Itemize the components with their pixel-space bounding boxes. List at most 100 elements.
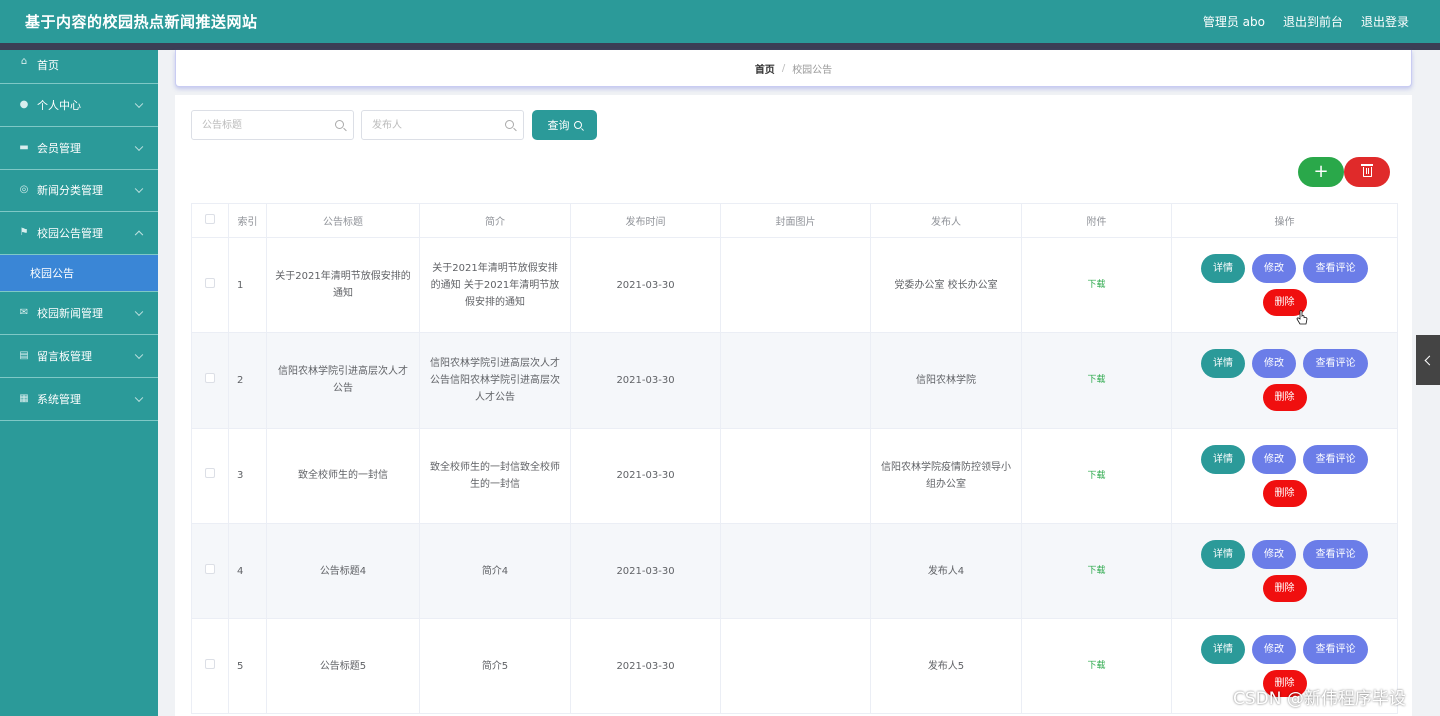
sidebar-subitem-campus-announcement[interactable]: 校园公告: [0, 255, 158, 293]
search-icon: [335, 120, 344, 129]
row-title: 致全校师生的一封信: [266, 427, 420, 524]
collapse-panel-toggle[interactable]: [1416, 335, 1440, 385]
sidebar-item-news-management[interactable]: ✉ 校园新闻管理: [0, 292, 158, 335]
sidebar-subitem-label: 校园公告: [30, 267, 74, 281]
sidebar-item-personal-center[interactable]: ● 个人中心: [0, 84, 158, 127]
detail-button[interactable]: 详情: [1201, 540, 1245, 570]
edit-button[interactable]: 修改: [1252, 444, 1296, 474]
detail-button[interactable]: 详情: [1201, 349, 1245, 379]
top-navbar: 基于内容的校园热点新闻推送网站 管理员 abo 退出到前台 退出登录: [0, 0, 1440, 43]
sidebar-item-label: 会员管理: [37, 141, 81, 155]
edit-button[interactable]: 修改: [1252, 349, 1296, 379]
row-checkbox[interactable]: [205, 372, 215, 383]
delete-button[interactable]: 删除: [1262, 575, 1307, 603]
select-all-checkbox[interactable]: [205, 214, 215, 224]
sidebar-item-label: 校园公告管理: [37, 227, 103, 241]
edit-button[interactable]: 修改: [1252, 254, 1296, 284]
row-publisher: 发布人4: [870, 522, 1022, 620]
sidebar-item-label: 系统管理: [37, 392, 81, 406]
view-comments-button[interactable]: 查看评论: [1303, 254, 1368, 284]
trash-icon: [1360, 164, 1373, 177]
column-header: 附件: [1021, 203, 1172, 238]
row-checkbox[interactable]: [205, 468, 215, 479]
row-index: 1: [228, 236, 267, 334]
row-date: 2021-03-30: [570, 522, 721, 620]
title-search-input[interactable]: [202, 111, 332, 139]
row-summary: 信阳农林学院引进高层次人才公告信阳农林学院引进高层次人才公告: [419, 332, 571, 429]
download-link[interactable]: 下载: [1087, 280, 1105, 290]
row-cover: [720, 236, 871, 334]
grid-icon: ▦: [19, 392, 29, 404]
column-header: 简介: [419, 203, 571, 238]
batch-delete-button[interactable]: [1344, 157, 1390, 187]
home-icon: ⌂: [20, 56, 28, 67]
detail-button[interactable]: 详情: [1201, 444, 1245, 474]
search-icon: [573, 121, 582, 129]
download-link[interactable]: 下载: [1087, 375, 1105, 385]
row-cover: [720, 618, 871, 715]
announcement-table: 索引 公告标题 简介 发布时间 封面图片 发布人 附件 操作 1 关于2021年…: [191, 203, 1398, 715]
chevron-down-icon: [134, 307, 144, 317]
row-index: 3: [228, 427, 267, 524]
query-button-label: 查询: [547, 119, 570, 132]
query-button[interactable]: 查询: [532, 110, 597, 140]
main-content: 查询 + 索引 公告标题 简介 发布时间 封面图片 发布人: [175, 95, 1412, 716]
row-cover: [720, 332, 871, 429]
row-index: 5: [228, 618, 267, 715]
chevron-down-icon: [134, 142, 144, 151]
header-divider: [0, 43, 1440, 50]
delete-button[interactable]: 删除: [1262, 384, 1307, 412]
table-row: 1 关于2021年清明节放假安排的通知 关于2021年清明节放假安排的通知 关于…: [191, 236, 1398, 334]
view-comments-button[interactable]: 查看评论: [1303, 540, 1368, 570]
exit-to-front-link[interactable]: 退出到前台: [1283, 13, 1343, 30]
detail-button[interactable]: 详情: [1201, 254, 1245, 284]
view-comments-button[interactable]: 查看评论: [1303, 349, 1368, 379]
row-title: 关于2021年清明节放假安排的通知: [266, 236, 420, 334]
detail-button[interactable]: 详情: [1201, 635, 1245, 665]
row-checkbox[interactable]: [205, 658, 215, 669]
user-icon: ●: [19, 98, 29, 110]
sidebar-item-member-management[interactable]: ▬ 会员管理: [0, 127, 158, 170]
download-link[interactable]: 下载: [1087, 566, 1105, 576]
delete-button[interactable]: 删除: [1262, 479, 1307, 507]
flag-icon: ⚑: [19, 227, 29, 239]
sidebar-item-announcement-management[interactable]: ⚑ 校园公告管理: [0, 212, 158, 256]
select-all-cell: [191, 203, 229, 238]
sidebar-item-news-category[interactable]: ◎ 新闻分类管理: [0, 170, 158, 213]
site-title: 基于内容的校园热点新闻推送网站: [25, 13, 258, 31]
edit-button[interactable]: 修改: [1252, 540, 1296, 570]
row-title: 信阳农林学院引进高层次人才公告: [266, 332, 420, 429]
publisher-search-input[interactable]: [372, 111, 502, 139]
view-comments-button[interactable]: 查看评论: [1303, 444, 1368, 474]
row-checkbox[interactable]: [205, 563, 215, 574]
column-header: 索引: [228, 203, 267, 238]
row-summary: 致全校师生的一封信致全校师生的一封信: [419, 427, 571, 524]
edit-button[interactable]: 修改: [1252, 635, 1296, 665]
row-title: 公告标题4: [266, 522, 420, 620]
add-button[interactable]: +: [1298, 157, 1344, 187]
table-row: 3 致全校师生的一封信 致全校师生的一封信致全校师生的一封信 2021-03-3…: [191, 427, 1398, 524]
column-header: 封面图片: [720, 203, 871, 238]
column-header: 发布人: [870, 203, 1022, 238]
logout-link[interactable]: 退出登录: [1361, 13, 1409, 30]
search-icon: [505, 120, 514, 129]
view-comments-button[interactable]: 查看评论: [1303, 635, 1368, 665]
table-header-row: 索引 公告标题 简介 发布时间 封面图片 发布人 附件 操作: [191, 203, 1398, 238]
download-link[interactable]: 下载: [1087, 471, 1105, 481]
mail-icon: ✉: [19, 307, 29, 319]
admin-user-label: 管理员 abo: [1202, 15, 1265, 29]
chevron-down-icon: [134, 393, 144, 402]
row-checkbox[interactable]: [205, 277, 215, 288]
sidebar-item-message-board[interactable]: ▤ 留言板管理: [0, 335, 158, 378]
row-publisher: 党委办公室 校长办公室: [870, 236, 1022, 334]
download-link[interactable]: 下载: [1087, 661, 1105, 671]
row-index: 4: [228, 522, 267, 620]
sidebar-item-system-management[interactable]: ▦ 系统管理: [0, 378, 158, 421]
sidebar-item-home[interactable]: ⌂ 首页: [0, 50, 158, 84]
row-publisher: 信阳农林学院疫情防控领导小组办公室: [870, 427, 1022, 524]
board-icon: ▤: [19, 349, 29, 361]
watermark: CSDN @新伟程序毕设: [1233, 689, 1406, 709]
column-header: 操作: [1171, 203, 1398, 238]
breadcrumb-home[interactable]: 首页: [755, 61, 775, 76]
table-row: 4 公告标题4 简介4 2021-03-30 发布人4 下载 详情 修改 查看评…: [191, 522, 1398, 620]
